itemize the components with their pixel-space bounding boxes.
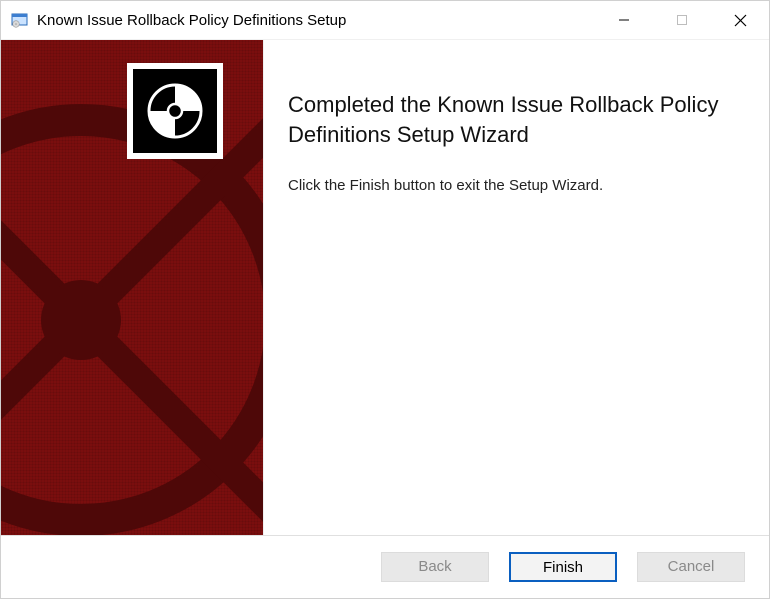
cancel-button: Cancel [637,552,745,582]
finish-button[interactable]: Finish [509,552,617,582]
setup-window: Known Issue Rollback Policy Definitions … [0,0,770,599]
minimize-button[interactable] [595,1,653,39]
page-title: Completed the Known Issue Rollback Polic… [288,90,741,149]
maximize-button [653,1,711,39]
close-button[interactable] [711,1,769,39]
back-button: Back [381,552,489,582]
disc-icon [143,79,207,143]
body: Completed the Known Issue Rollback Polic… [1,40,769,535]
titlebar: Known Issue Rollback Policy Definitions … [1,1,769,40]
wizard-banner [1,40,264,535]
window-controls [595,1,769,39]
window-title: Known Issue Rollback Policy Definitions … [37,12,595,29]
installer-icon [11,11,29,29]
banner-logo [127,63,223,159]
banner-disc-art [1,100,264,535]
page-message: Click the Finish button to exit the Setu… [288,177,741,194]
footer: Back Finish Cancel [1,535,769,598]
content-pane: Completed the Known Issue Rollback Polic… [264,40,769,535]
